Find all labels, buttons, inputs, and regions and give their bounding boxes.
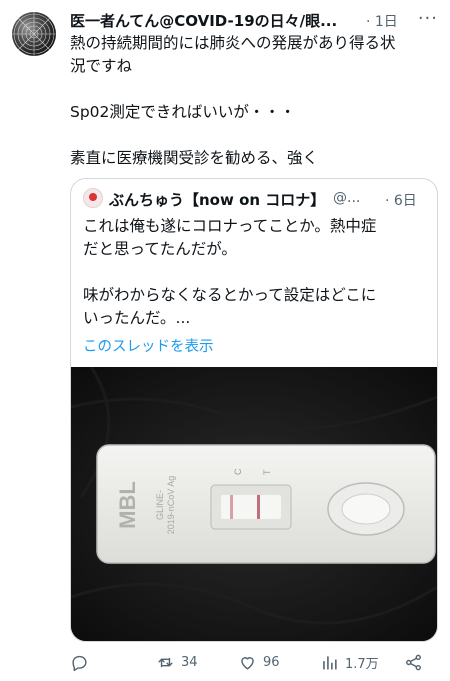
retweet-button[interactable]: 34 <box>156 650 198 674</box>
cassette-product-line2: 2019-nCoV Ag <box>166 476 176 535</box>
tweet-text-line: 況ですね <box>70 57 133 75</box>
show-thread-link[interactable]: このスレッドを表示 <box>83 335 214 356</box>
quoted-text-line: いったんだ。... <box>83 309 191 327</box>
retweet-icon <box>158 657 173 667</box>
quoted-author-handle: @... <box>333 190 361 206</box>
retweet-count: 34 <box>181 654 198 670</box>
cassette-product-line1: GLINE- <box>155 490 165 520</box>
tweet-text-line: 素直に医療機関受診を勧める、強く <box>70 149 319 167</box>
tweet-timestamp[interactable]: · 1日 <box>366 11 398 31</box>
cassette-brand: MBL <box>115 481 140 529</box>
share-icon <box>406 654 421 670</box>
views-count: 1.7万 <box>345 656 379 672</box>
quoted-author-avatar <box>83 188 103 208</box>
heart-icon <box>241 656 254 670</box>
quoted-text-line: だと思ってたんだが。 <box>83 240 237 258</box>
reply-button[interactable] <box>70 650 95 674</box>
quoted-tweet-header: ぶんちゅう【now on コロナ】 @... · 6日 <box>83 187 427 209</box>
tweet-text-line: Sp02測定できればいいが・・・ <box>70 103 296 121</box>
tweet-header: 医一者んてん@COVID-19の日々/眼... · 1日 ··· <box>70 8 438 30</box>
reply-icon <box>72 655 87 671</box>
tweet-action-bar: 34 96 1.7万 <box>70 650 435 674</box>
tweet-text: 熱の持続期間的には肺炎への発展があり得る状 況ですね Sp02測定できればいいが… <box>70 32 435 170</box>
mark-t: T <box>262 469 272 475</box>
views-chart-icon <box>323 655 337 670</box>
author-display-name[interactable]: 医一者んてん@COVID-19の日々/眼... <box>70 10 337 31</box>
control-line <box>230 495 233 519</box>
like-count: 96 <box>263 654 280 670</box>
like-button[interactable]: 96 <box>238 650 280 674</box>
share-button[interactable] <box>404 650 423 674</box>
mark-c: C <box>233 468 243 475</box>
quoted-tweet-text: これは俺も遂にコロナってことか。熱中症 だと思ってたんだが。 味がわからなくなる… <box>83 215 427 330</box>
author-avatar[interactable] <box>12 12 56 56</box>
quoted-tweet-timestamp: · 6日 <box>385 193 417 209</box>
test-line <box>257 495 260 519</box>
quoted-tweet-image[interactable]: MBL GLINE- 2019-nCoV Ag C T <box>71 367 437 641</box>
quoted-tweet-card[interactable]: ぶんちゅう【now on コロナ】 @... · 6日 これは俺も遂にコロナって… <box>70 178 438 642</box>
spiderweb-avatar-icon <box>12 12 56 56</box>
quoted-text-line: これは俺も遂にコロナってことか。熱中症 <box>83 217 377 235</box>
views-button[interactable]: 1.7万 <box>320 650 379 674</box>
quoted-author-display-name: ぶんちゅう【now on コロナ】 <box>109 191 326 209</box>
tweet-text-line: 熱の持続期間的には肺炎への発展があり得る状 <box>70 34 396 52</box>
quoted-text-line: 味がわからなくなるとかって設定はどこに <box>83 286 377 304</box>
more-options-icon[interactable]: ··· <box>418 8 438 29</box>
antigen-test-photo: MBL GLINE- 2019-nCoV Ag C T <box>71 367 437 641</box>
